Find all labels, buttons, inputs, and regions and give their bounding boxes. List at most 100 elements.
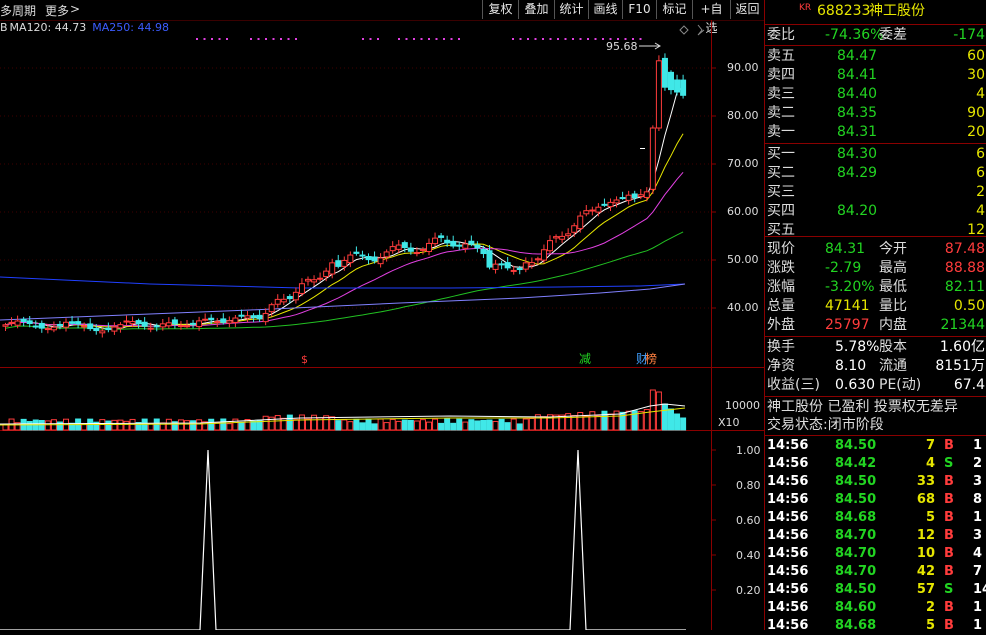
volume-bar	[426, 421, 432, 431]
bid-level[interactable]: 买二 84.29 6	[765, 164, 986, 182]
volume-bar	[516, 423, 523, 431]
candle-body	[111, 326, 118, 332]
stock-name: 神工股份	[869, 3, 925, 19]
quote-value: 82.11	[944, 279, 985, 295]
candle-body	[583, 210, 590, 215]
candle-body	[329, 262, 336, 275]
event-marker-reduce[interactable]: 减	[579, 352, 591, 366]
trade-volume: 57	[916, 582, 935, 597]
ask-level[interactable]: 卖三 84.40 4	[765, 85, 986, 103]
signal-dot	[458, 38, 460, 40]
ask-level[interactable]: 卖四 84.41 30	[765, 66, 986, 84]
candle-body	[147, 327, 154, 330]
candle-body	[426, 242, 432, 252]
volume-bar	[286, 414, 293, 431]
trade-time: 14:56	[767, 438, 809, 453]
volume-bar	[359, 422, 366, 431]
volume-bar	[595, 415, 602, 431]
trade-price: 84.60	[835, 600, 877, 615]
candle-body	[456, 244, 463, 247]
volume-bar	[341, 419, 348, 431]
trade-status-text: 交易状态:闭市阶段	[767, 417, 884, 433]
signal-dots	[196, 38, 645, 149]
quote-value: 25797	[825, 317, 870, 333]
bid-label: 买四	[767, 203, 795, 219]
volume-bar	[238, 421, 245, 431]
volume-bar	[123, 420, 130, 431]
candle-body	[559, 235, 566, 240]
volume-bar	[456, 418, 463, 431]
volume-bar	[371, 423, 378, 431]
volume-bar	[401, 419, 408, 431]
trade-side: B	[944, 474, 954, 489]
quote-value: 84.31	[825, 241, 866, 257]
price-tick: 50.00	[727, 253, 759, 266]
ask-volume: 4	[976, 86, 985, 102]
event-marker-s[interactable]: $	[301, 353, 308, 366]
candle-body	[486, 250, 493, 268]
bid-level[interactable]: 买一 84.30 6	[765, 145, 986, 163]
quote-label: 量比	[879, 298, 907, 314]
indicator-tick: 0.20	[736, 584, 761, 597]
candle-body	[214, 321, 221, 324]
trade-side: B	[944, 510, 954, 525]
trade-price: 84.68	[835, 618, 877, 633]
signal-dot	[413, 38, 415, 40]
trade-volume: 10	[916, 546, 935, 561]
candle-body	[202, 318, 209, 321]
ask-label: 卖一	[767, 124, 795, 140]
ask-price: 84.47	[837, 48, 878, 64]
volume-bar	[419, 419, 426, 431]
quote-value: 47141	[825, 298, 870, 314]
bid-volume: 6	[976, 146, 985, 162]
candle-body	[184, 325, 190, 328]
volume-bar	[347, 421, 354, 431]
trade-time: 14:56	[767, 582, 809, 597]
candle-body	[553, 236, 560, 239]
ask-level[interactable]: 卖二 84.35 90	[765, 104, 986, 122]
ask-level[interactable]: 卖一 84.31 20	[765, 123, 986, 141]
candle-body	[69, 321, 76, 324]
trade-volume: 2	[925, 600, 935, 615]
trade-row: 14:56 84.50 33 B 3	[765, 473, 986, 491]
stock-code: 688233	[817, 3, 871, 19]
event-marker-billboard[interactable]: 榜	[645, 351, 657, 366]
bid-level[interactable]: 买四 84.20 4	[765, 202, 986, 220]
bid-level[interactable]: 买三 2	[765, 183, 986, 201]
volume-bar	[184, 420, 190, 431]
trade-time: 14:56	[767, 474, 809, 489]
signal-dot	[572, 38, 574, 40]
signal-dot	[557, 38, 559, 40]
candle-body	[353, 251, 360, 254]
candle-body	[674, 79, 681, 93]
quote-row: 外盘 25797 内盘 21344	[765, 316, 986, 334]
ask-label: 卖五	[767, 48, 795, 64]
trade-side: B	[944, 492, 954, 507]
candle-body	[419, 248, 426, 251]
candle-body	[141, 321, 148, 327]
ask-volume: 60	[967, 48, 985, 64]
kr-badge: KR	[799, 3, 812, 13]
bid-price: 84.29	[837, 165, 878, 181]
kline-chart[interactable]: 95.68 90.00 80.00 70.00 60.00 50.00 40.0…	[0, 0, 764, 630]
candle-body	[534, 258, 541, 261]
candle-body	[268, 304, 275, 313]
candle-body	[401, 242, 408, 249]
candle-body	[220, 318, 227, 323]
trade-count: 8	[973, 492, 983, 507]
signal-dot	[519, 38, 522, 40]
volume-bar	[383, 422, 390, 431]
volume-bar	[177, 419, 184, 431]
ask-level[interactable]: 卖五 84.47 60	[765, 47, 986, 65]
candle-body	[504, 262, 511, 269]
candle-body	[232, 317, 239, 323]
candle-body	[589, 209, 596, 212]
trade-row: 14:56 84.70 10 B 4	[765, 545, 986, 563]
signal-dot	[579, 38, 582, 40]
candle-body	[177, 325, 184, 328]
trade-count: 2	[973, 456, 983, 471]
expand-icon[interactable]	[697, 24, 705, 36]
status-text: 神工股份 已盈利 投票权无差异	[767, 399, 958, 415]
candle-body	[50, 326, 57, 331]
trade-side: B	[944, 600, 954, 615]
